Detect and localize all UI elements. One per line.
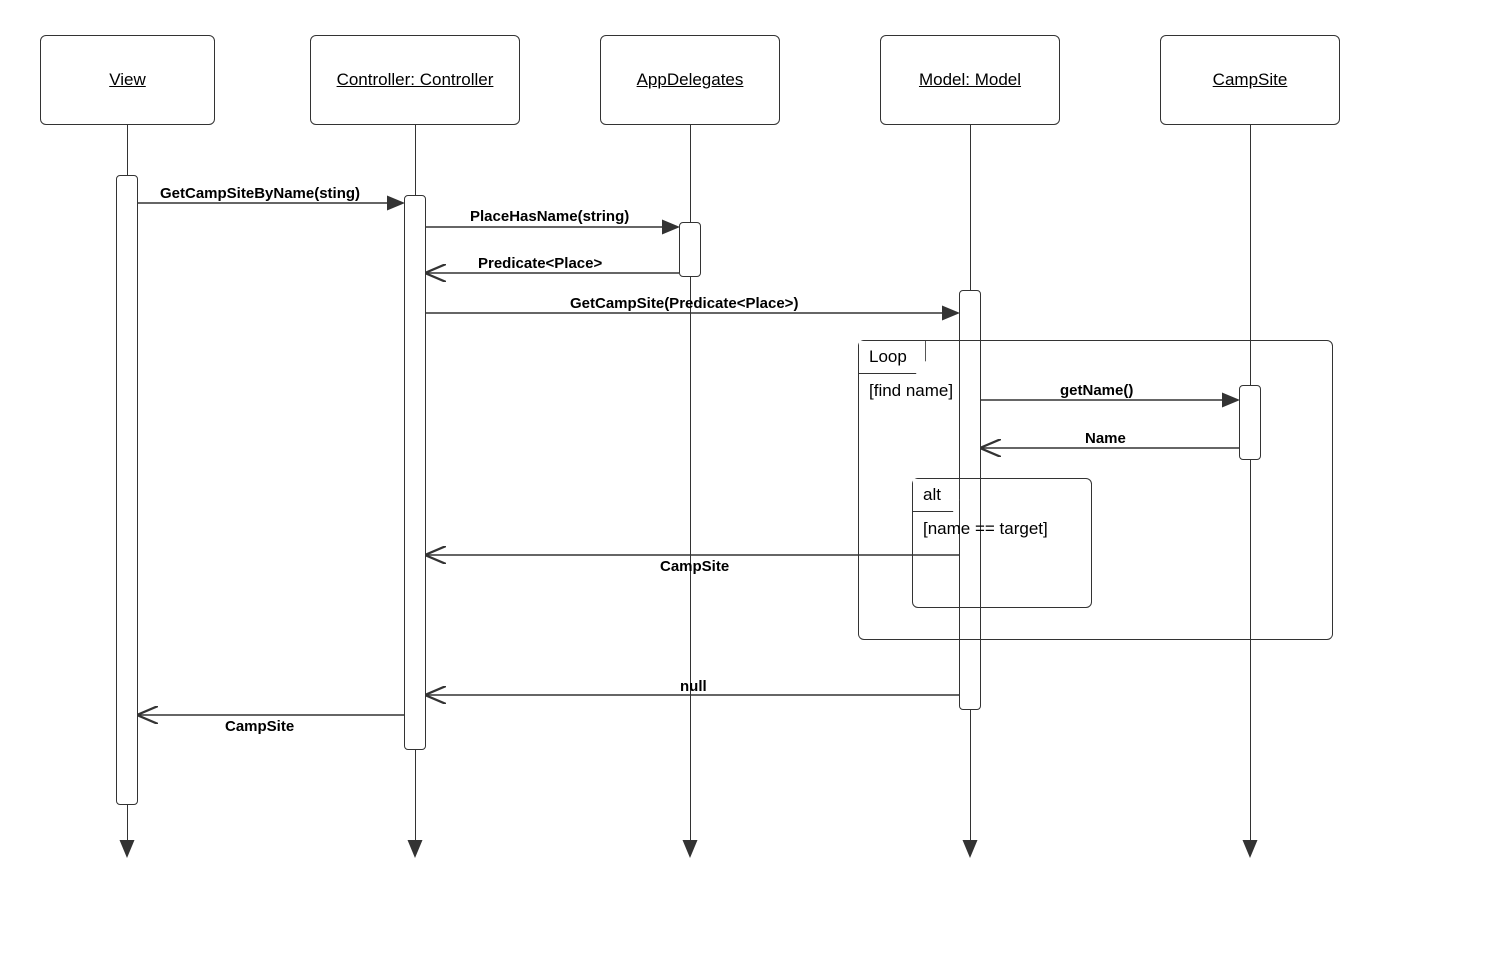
participant-campsite-label: CampSite — [1213, 70, 1288, 90]
sequence-diagram: View Controller: Controller AppDelegates… — [0, 0, 1500, 957]
participant-model: Model: Model — [880, 35, 1060, 125]
participant-appdelegates-label: AppDelegates — [637, 70, 744, 90]
lifeline-controller-bottom — [415, 750, 416, 845]
message-getname: getName() — [1060, 382, 1133, 399]
activation-controller — [404, 195, 426, 750]
frame-alt-title: alt — [913, 479, 960, 512]
message-campsite-return: CampSite — [660, 558, 729, 575]
message-predicate: Predicate<Place> — [478, 255, 602, 272]
participant-campsite: CampSite — [1160, 35, 1340, 125]
lifeline-view-top — [127, 125, 128, 175]
lifeline-controller-top — [415, 125, 416, 195]
message-name: Name — [1085, 430, 1126, 447]
frame-loop-title: Loop — [859, 341, 926, 374]
frame-alt-condition: [name == target] — [923, 519, 1048, 539]
message-null: null — [680, 678, 707, 695]
message-placehasname: PlaceHasName(string) — [470, 208, 629, 225]
frame-alt: alt [name == target] — [912, 478, 1092, 608]
participant-appdelegates: AppDelegates — [600, 35, 780, 125]
lifeline-model-bottom — [970, 710, 971, 845]
activation-view — [116, 175, 138, 805]
lifeline-model-top — [970, 125, 971, 290]
message-getcampsitebyname: GetCampSiteByName(sting) — [160, 185, 360, 202]
participant-controller: Controller: Controller — [310, 35, 520, 125]
participant-view: View — [40, 35, 215, 125]
lifeline-view-bottom — [127, 805, 128, 845]
message-campsite-final: CampSite — [225, 718, 294, 735]
frame-loop-condition: [find name] — [869, 381, 953, 401]
participant-model-label: Model: Model — [919, 70, 1021, 90]
participant-controller-label: Controller: Controller — [337, 70, 494, 90]
lifeline-appdelegates-top — [690, 125, 691, 222]
participant-view-label: View — [109, 70, 146, 90]
activation-appdelegates — [679, 222, 701, 277]
message-getcampsite: GetCampSite(Predicate<Place>) — [570, 295, 798, 312]
